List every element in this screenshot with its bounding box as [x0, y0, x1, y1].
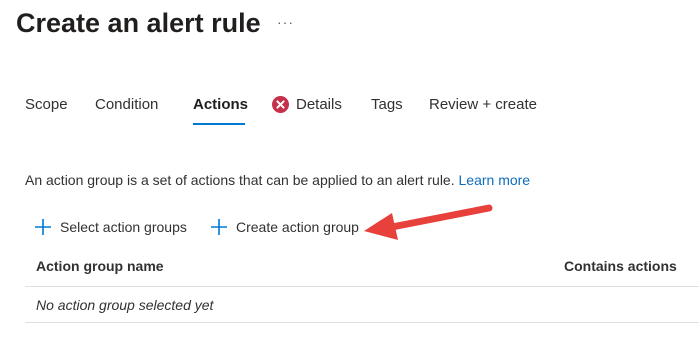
empty-table-message: No action group selected yet — [36, 297, 214, 313]
column-header-contains-actions[interactable]: Contains actions — [564, 258, 677, 274]
tab-actions[interactable]: Actions — [193, 95, 248, 115]
column-header-action-group-name[interactable]: Action group name — [36, 258, 164, 274]
annotation-arrow — [364, 204, 493, 240]
more-options-button[interactable]: ··· — [277, 14, 294, 30]
active-tab-indicator — [193, 123, 245, 125]
tab-tags[interactable]: Tags — [371, 95, 403, 115]
tab-label: Tags — [371, 96, 403, 113]
tab-condition[interactable]: Condition — [95, 95, 158, 115]
description-text: An action group is a set of actions that… — [25, 172, 455, 188]
plus-icon — [35, 219, 51, 235]
error-icon — [272, 96, 289, 113]
tab-label: Details — [296, 96, 342, 113]
page-title: Create an alert rule — [16, 8, 261, 38]
tab-review-create[interactable]: Review + create — [429, 95, 537, 115]
create-action-group-label: Create action group — [236, 219, 359, 235]
action-group-description: An action group is a set of actions that… — [25, 172, 530, 188]
tab-list: Scope Condition Actions Details Tags Rev… — [0, 95, 699, 127]
tab-scope[interactable]: Scope — [25, 95, 68, 115]
tab-label: Scope — [25, 96, 68, 113]
tab-details[interactable]: Details — [272, 95, 342, 115]
learn-more-link[interactable]: Learn more — [459, 172, 531, 188]
plus-icon — [211, 219, 227, 235]
tab-label: Actions — [193, 96, 249, 113]
select-action-groups-label: Select action groups — [60, 219, 187, 235]
table-header-divider — [25, 286, 699, 287]
table-bottom-divider — [25, 322, 699, 323]
tab-label: Review + create — [429, 96, 537, 113]
tab-label: Condition — [95, 96, 159, 113]
